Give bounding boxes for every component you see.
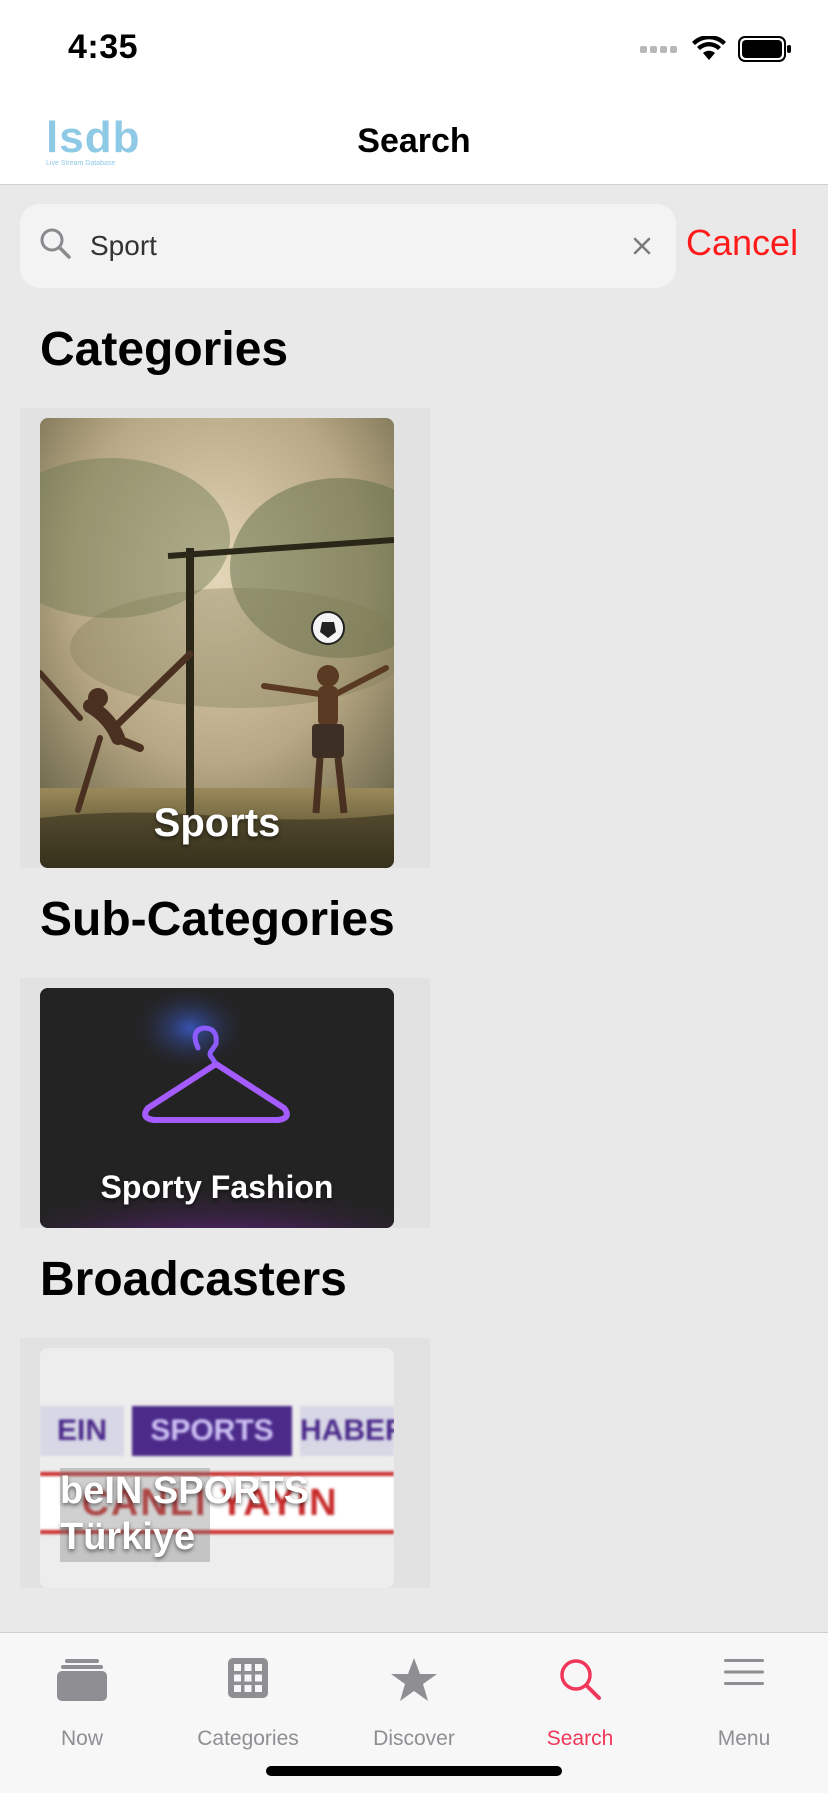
- wifi-icon: [692, 36, 726, 60]
- search-icon: [40, 228, 71, 259]
- tab-discover[interactable]: Discover: [334, 1633, 494, 1773]
- broadcaster-card-bein-sports-turkiye[interactable]: EIN SPORTS HABER CANLI YAYIN beIN SPORTS…: [40, 1348, 394, 1588]
- subcategories-heading: Sub-Categories: [40, 893, 395, 946]
- category-card-label: Sports: [153, 801, 281, 845]
- broadcasters-heading: Broadcasters: [40, 1253, 347, 1306]
- tab-menu[interactable]: Menu: [664, 1633, 824, 1773]
- status-icons: [640, 36, 792, 62]
- subcategories-card-container: Sporty Fashion: [20, 978, 430, 1228]
- tab-categories-label: Categories: [197, 1727, 299, 1750]
- hamburger-icon: [724, 1659, 764, 1685]
- tab-search-label: Search: [546, 1727, 614, 1750]
- status-bar: 4:35: [0, 0, 828, 100]
- broadcasters-card-container: EIN SPORTS HABER CANLI YAYIN beIN SPORTS…: [20, 1338, 430, 1588]
- status-time: 4:35: [68, 28, 139, 66]
- tab-menu-label: Menu: [717, 1727, 771, 1750]
- subcategory-card-sporty-fashion[interactable]: Sporty Fashion: [40, 988, 394, 1228]
- banner-left-text: EIN: [56, 1414, 107, 1447]
- categories-heading: Categories: [40, 323, 289, 376]
- battery-icon: [738, 36, 791, 62]
- search-input[interactable]: Sport: [20, 204, 676, 288]
- tab-now-label: Now: [60, 1727, 103, 1750]
- search-icon: [560, 1659, 601, 1700]
- stack-icon: [57, 1659, 107, 1701]
- cancel-button[interactable]: Cancel: [686, 222, 798, 264]
- tab-search[interactable]: Search: [500, 1633, 660, 1773]
- categories-card-container: Sports: [20, 408, 430, 868]
- search-input-value: Sport: [90, 230, 157, 261]
- broadcaster-name-line2: Türkiye: [60, 1516, 196, 1558]
- navigation-bar: lsdb Live Stream Database Search: [0, 100, 828, 185]
- subcategory-card-label: Sporty Fashion: [100, 1169, 334, 1205]
- broadcaster-name-line1: beIN SPORTS: [60, 1470, 310, 1512]
- tab-categories[interactable]: Categories: [168, 1633, 328, 1773]
- star-icon: [391, 1658, 437, 1701]
- banner-haber-text: HABER: [300, 1414, 394, 1447]
- home-indicator: [266, 1766, 562, 1776]
- broadcaster-card-label: beIN SPORTS Türkiye: [60, 1468, 309, 1560]
- banner-sports-text: SPORTS: [150, 1414, 274, 1447]
- category-card-sports[interactable]: Sports: [40, 418, 394, 868]
- clear-search-icon[interactable]: [626, 230, 658, 262]
- tab-discover-label: Discover: [373, 1727, 455, 1750]
- grid-icon: [228, 1658, 268, 1698]
- page-title: Search: [357, 122, 471, 160]
- cellular-signal-icon: [640, 46, 677, 53]
- tab-now[interactable]: Now: [2, 1633, 162, 1773]
- broadcaster-banner: EIN SPORTS HABER: [40, 1406, 394, 1456]
